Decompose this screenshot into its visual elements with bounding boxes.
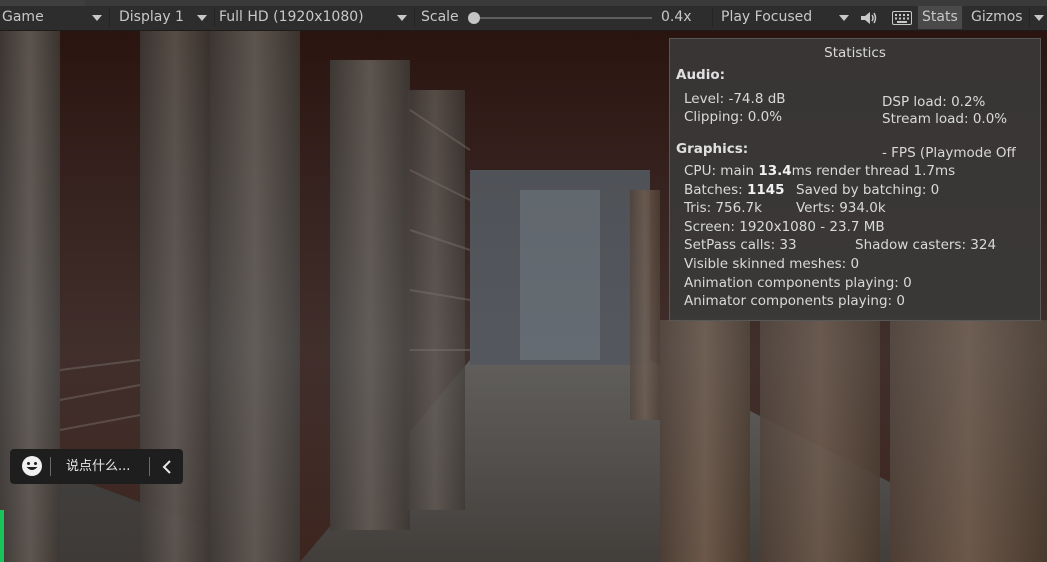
chevron-left-icon[interactable]: [161, 460, 173, 474]
cpu-time: CPU: main 13.4ms render thread 1.7ms: [684, 163, 956, 179]
graphics-header: Graphics:: [676, 141, 749, 157]
animator-components: Animator components playing: 0: [684, 293, 905, 309]
screen-info: Screen: 1920x1080 - 23.7 MB: [684, 219, 885, 235]
chevron-down-icon: [397, 15, 407, 21]
speaker-icon: [861, 12, 877, 24]
chevron-down-icon: [92, 15, 102, 21]
chat-widget[interactable]: 说点什么...: [10, 449, 183, 484]
visible-skinned-meshes: Visible skinned meshes: 0: [684, 256, 860, 272]
fps-readout: - FPS (Playmode Off: [882, 145, 1016, 161]
setpass-calls: SetPass calls: 33: [684, 237, 797, 253]
scale-slider-thumb[interactable]: [468, 12, 480, 24]
tris-count: Tris: 756.7k: [684, 200, 762, 216]
batches: Batches: 1145: [684, 182, 785, 198]
scale-label: Scale: [421, 9, 459, 25]
mute-audio-button[interactable]: [859, 6, 879, 29]
scale-slider-track[interactable]: [470, 17, 652, 19]
side-indicator-bar: [0, 510, 4, 562]
chat-input-placeholder[interactable]: 说点什么...: [66, 449, 130, 484]
stream-load: Stream load: 0.0%: [882, 111, 1008, 127]
resolution-dropdown[interactable]: Full HD (1920x1080): [219, 6, 411, 29]
audio-level: Level: -74.8 dB: [684, 91, 786, 107]
game-mode-label: Game: [2, 9, 44, 25]
shortcuts-button[interactable]: [890, 6, 914, 29]
stats-toggle-button[interactable]: Stats: [918, 6, 962, 29]
resolution-label: Full HD (1920x1080): [219, 9, 364, 25]
display-dropdown[interactable]: Display 1: [119, 6, 211, 29]
emoji-icon[interactable]: [21, 455, 43, 477]
scale-value: 0.4x: [661, 9, 692, 25]
audio-clipping: Clipping: 0.0%: [684, 109, 783, 125]
display-label: Display 1: [119, 9, 184, 25]
shadow-casters: Shadow casters: 324: [855, 237, 997, 253]
dsp-load: DSP load: 0.2%: [882, 94, 986, 110]
game-mode-dropdown[interactable]: Game: [2, 6, 106, 29]
chevron-down-icon: [1034, 15, 1044, 21]
gizmos-dropdown[interactable]: [1031, 6, 1047, 29]
chevron-down-icon: [197, 15, 207, 21]
audio-header: Audio:: [676, 67, 726, 83]
statistics-panel: Statistics Audio: Level: -74.8 dB DSP lo…: [669, 38, 1041, 321]
game-view-toolbar: Game Display 1 Full HD (1920x1080) Scale…: [0, 0, 1047, 31]
play-mode-dropdown[interactable]: Play Focused: [721, 6, 851, 29]
animation-components: Animation components playing: 0: [684, 275, 912, 291]
keyboard-icon: [892, 11, 912, 25]
saved-by-batching: Saved by batching: 0: [796, 182, 940, 198]
gizmos-button[interactable]: Gizmos: [971, 6, 1023, 29]
play-mode-label: Play Focused: [721, 9, 813, 25]
verts-count: Verts: 934.0k: [796, 200, 886, 216]
chevron-down-icon: [839, 15, 849, 21]
statistics-title: Statistics: [824, 45, 886, 61]
